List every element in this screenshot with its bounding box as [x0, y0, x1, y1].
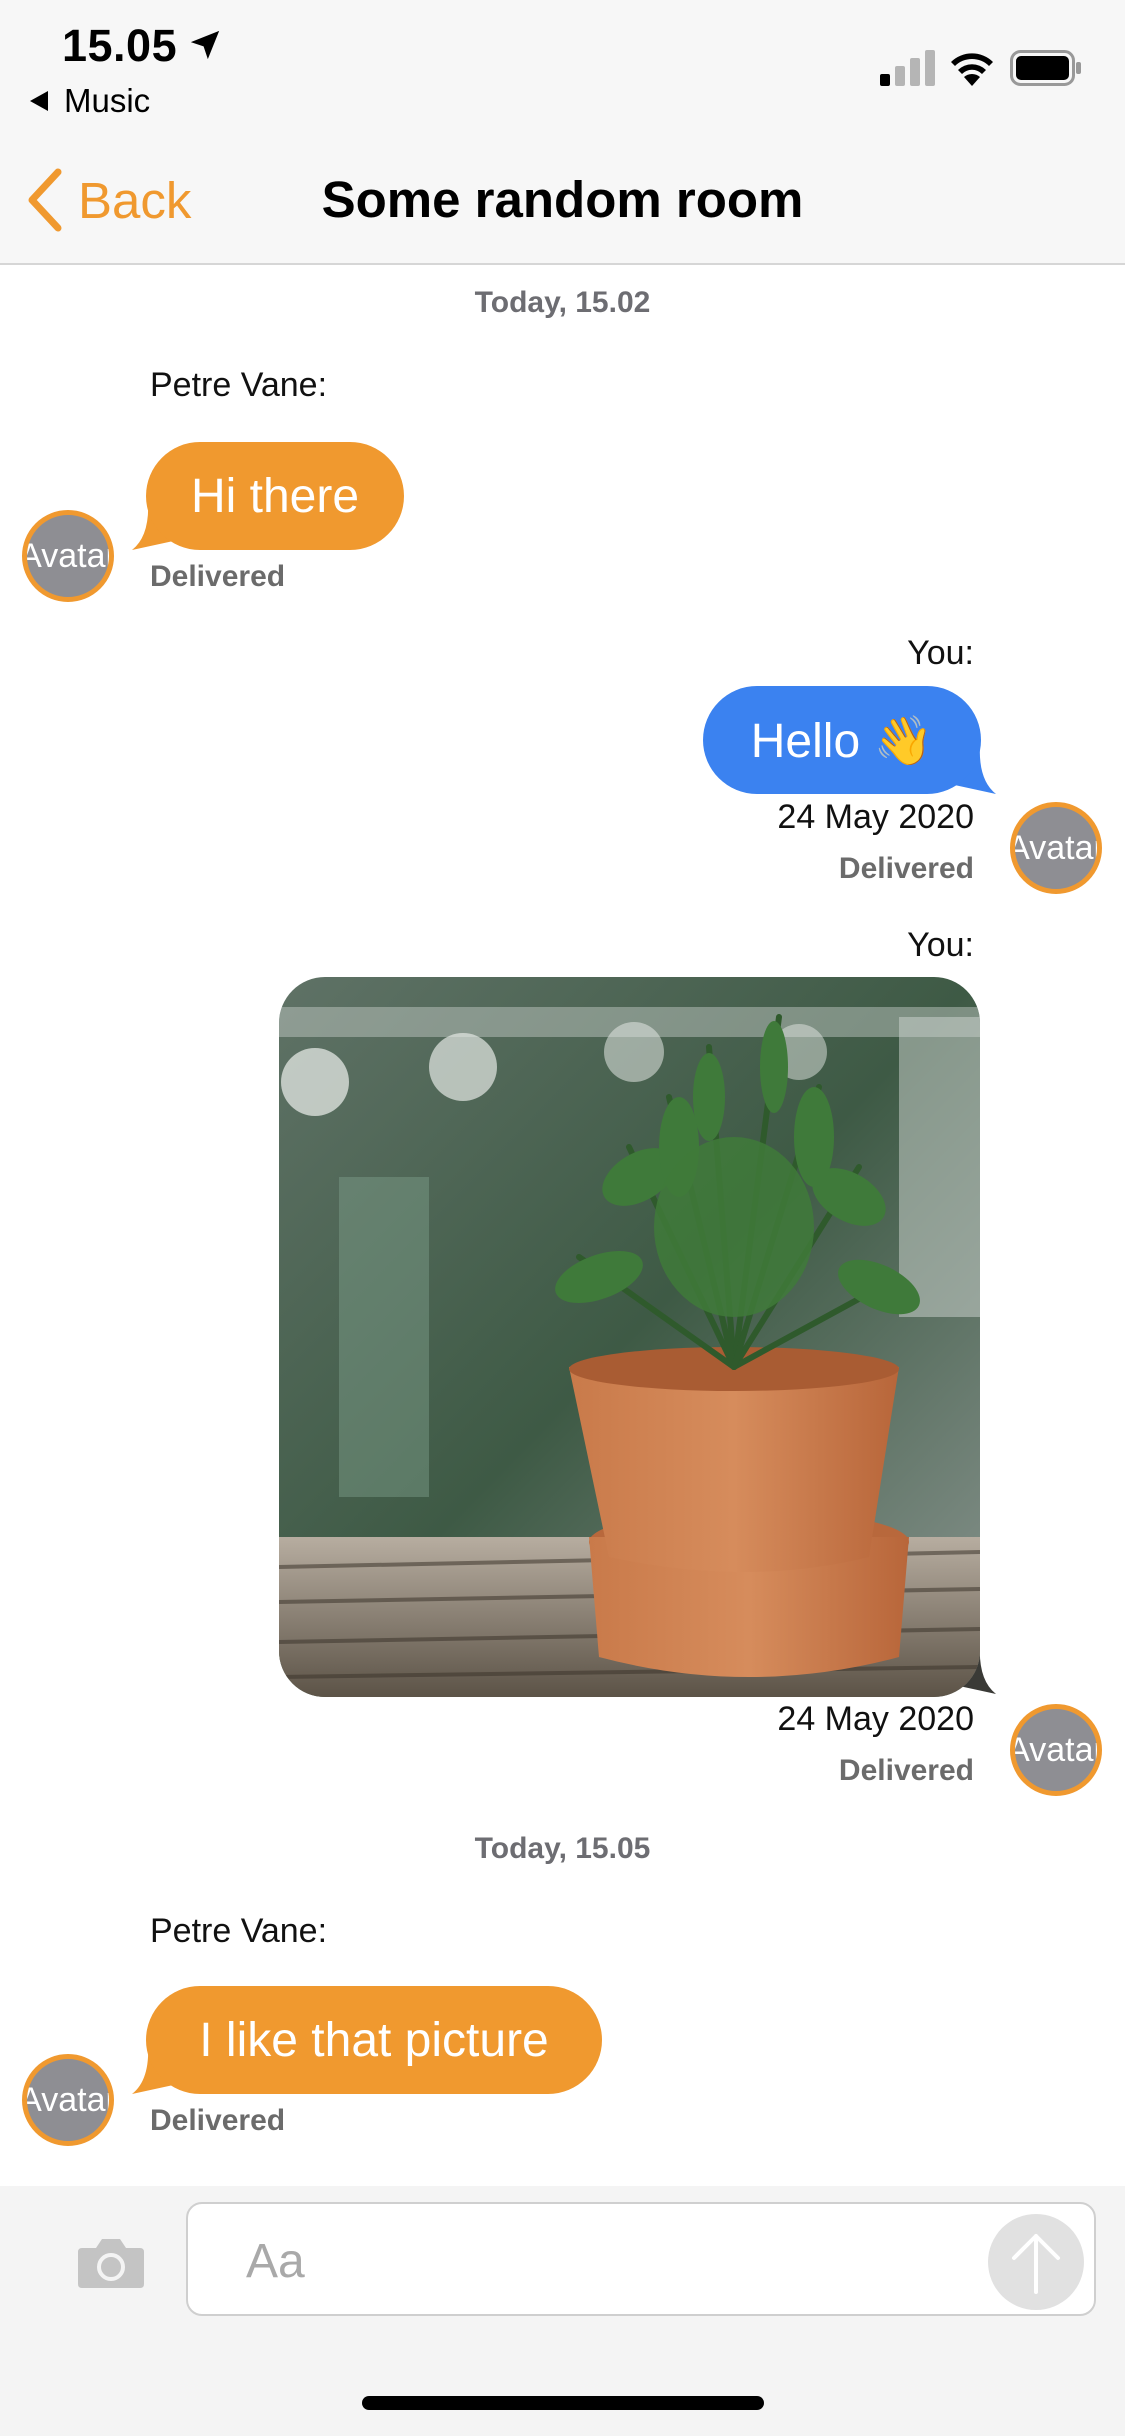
status-time: 15.05	[62, 20, 178, 71]
location-arrow-icon	[190, 30, 220, 60]
avatar[interactable]: Avatar	[1010, 802, 1102, 894]
back-to-app-button[interactable]: Music	[30, 82, 150, 120]
arrow-up-icon	[1012, 2234, 1060, 2294]
message-date: 24 May 2020	[777, 1700, 974, 1738]
delivery-status: Delivered	[150, 560, 286, 593]
home-indicator[interactable]	[362, 2396, 764, 2410]
timestamp-divider: Today, 15.02	[474, 286, 651, 319]
message-bubble-outgoing[interactable]: Hello 👋	[703, 686, 981, 794]
camera-icon[interactable]	[76, 2236, 146, 2290]
sender-name: You:	[907, 634, 974, 672]
sender-name: Petre Vane:	[150, 366, 328, 404]
timestamp-divider: Today, 15.05	[474, 1832, 651, 1865]
status-bar: 15.05 Music	[0, 0, 1125, 132]
potted-rosemary-photo	[279, 977, 980, 1697]
avatar[interactable]: Avatar	[22, 2054, 114, 2146]
sender-name: Petre Vane:	[150, 1912, 328, 1950]
message-date: 24 May 2020	[777, 798, 974, 836]
navigation-bar: Back Some random room	[0, 132, 1125, 265]
battery-icon	[1010, 50, 1081, 86]
message-input[interactable]	[246, 2226, 946, 2296]
message-bubble-incoming[interactable]: Hi there	[146, 442, 404, 550]
message-photo[interactable]	[279, 977, 980, 1697]
send-button[interactable]	[988, 2214, 1084, 2310]
wifi-icon	[951, 53, 993, 86]
signal-icon	[880, 50, 935, 86]
message-bubble-incoming[interactable]: I like that picture	[146, 1986, 602, 2094]
room-title: Some random room	[321, 171, 804, 228]
composer-bar	[0, 2186, 1125, 2436]
back-to-app-label: Music	[64, 82, 151, 119]
delivery-status: Delivered	[150, 2104, 286, 2137]
delivery-status: Delivered	[838, 852, 974, 885]
sender-name: You:	[907, 926, 974, 964]
delivery-status: Delivered	[838, 1754, 974, 1787]
avatar[interactable]: Avatar	[1010, 1704, 1102, 1796]
back-triangle-icon	[30, 91, 48, 111]
message-input-container[interactable]	[186, 2202, 1096, 2316]
avatar[interactable]: Avatar	[22, 510, 114, 602]
